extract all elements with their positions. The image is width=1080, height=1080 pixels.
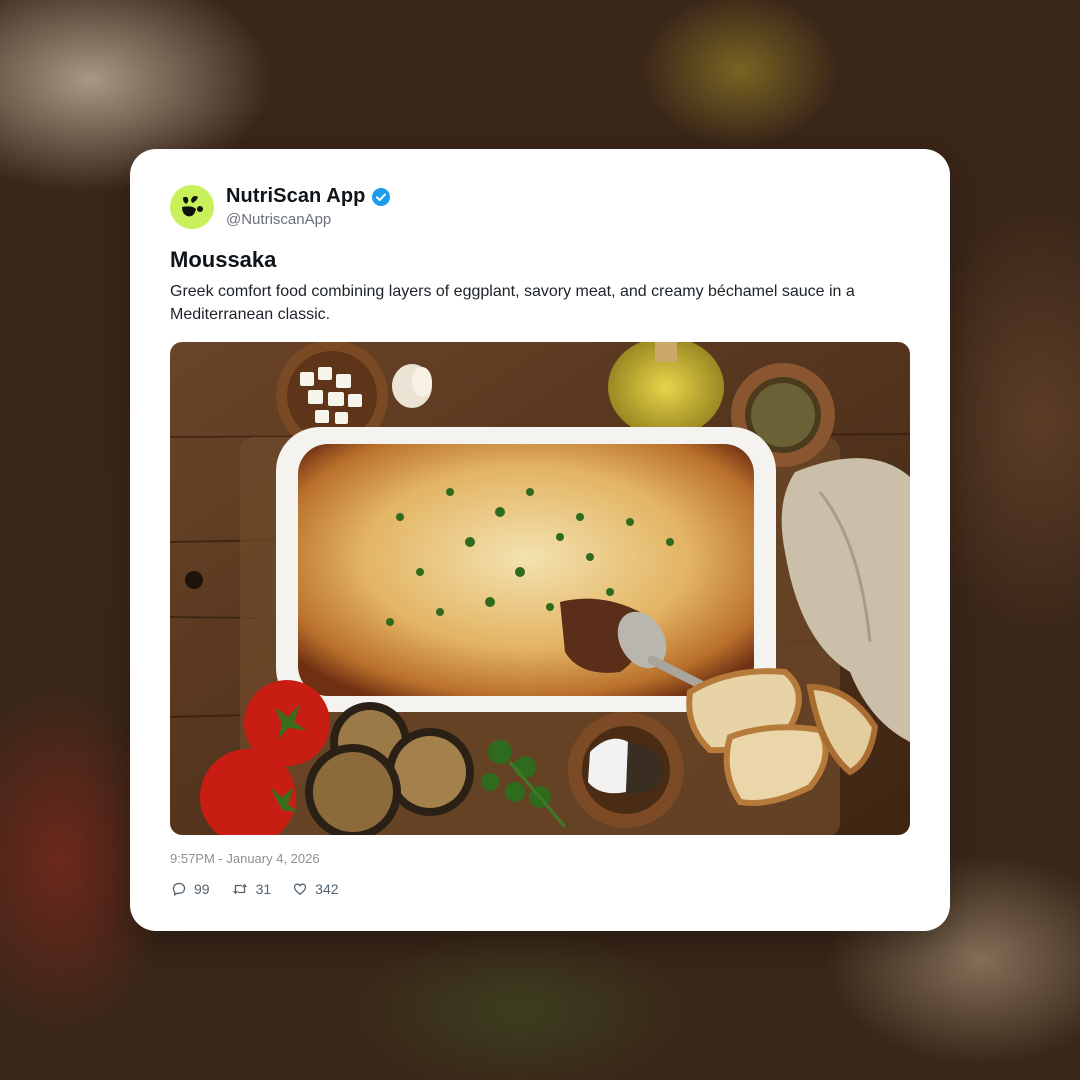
verified-badge-icon bbox=[372, 187, 391, 206]
reply-count: 99 bbox=[194, 881, 210, 897]
retweet-button[interactable]: 31 bbox=[232, 881, 272, 897]
leaf-logo-icon bbox=[182, 196, 203, 217]
action-bar: 99 31 342 bbox=[172, 881, 339, 897]
post-title: Moussaka bbox=[170, 247, 277, 272]
retweet-count: 31 bbox=[255, 881, 272, 897]
moussaka-dish-photo[interactable] bbox=[170, 342, 910, 835]
retweet-icon bbox=[232, 883, 247, 895]
author-name[interactable]: NutriScan App bbox=[226, 185, 365, 208]
avatar[interactable] bbox=[170, 185, 214, 229]
reply-icon bbox=[172, 882, 186, 896]
like-count: 342 bbox=[315, 881, 339, 897]
reply-button[interactable]: 99 bbox=[172, 881, 210, 897]
post-card: NutriScan App @NutriscanApp Moussaka Gre… bbox=[130, 149, 950, 931]
like-button[interactable]: 342 bbox=[293, 881, 339, 897]
post-description: Greek comfort food combining layers of e… bbox=[170, 283, 855, 323]
author-row: NutriScan App bbox=[226, 185, 391, 208]
author-handle[interactable]: @NutriscanApp bbox=[226, 211, 331, 228]
heart-icon bbox=[294, 883, 307, 895]
post-timestamp[interactable]: 9:57PM - January 4, 2026 bbox=[170, 851, 320, 866]
